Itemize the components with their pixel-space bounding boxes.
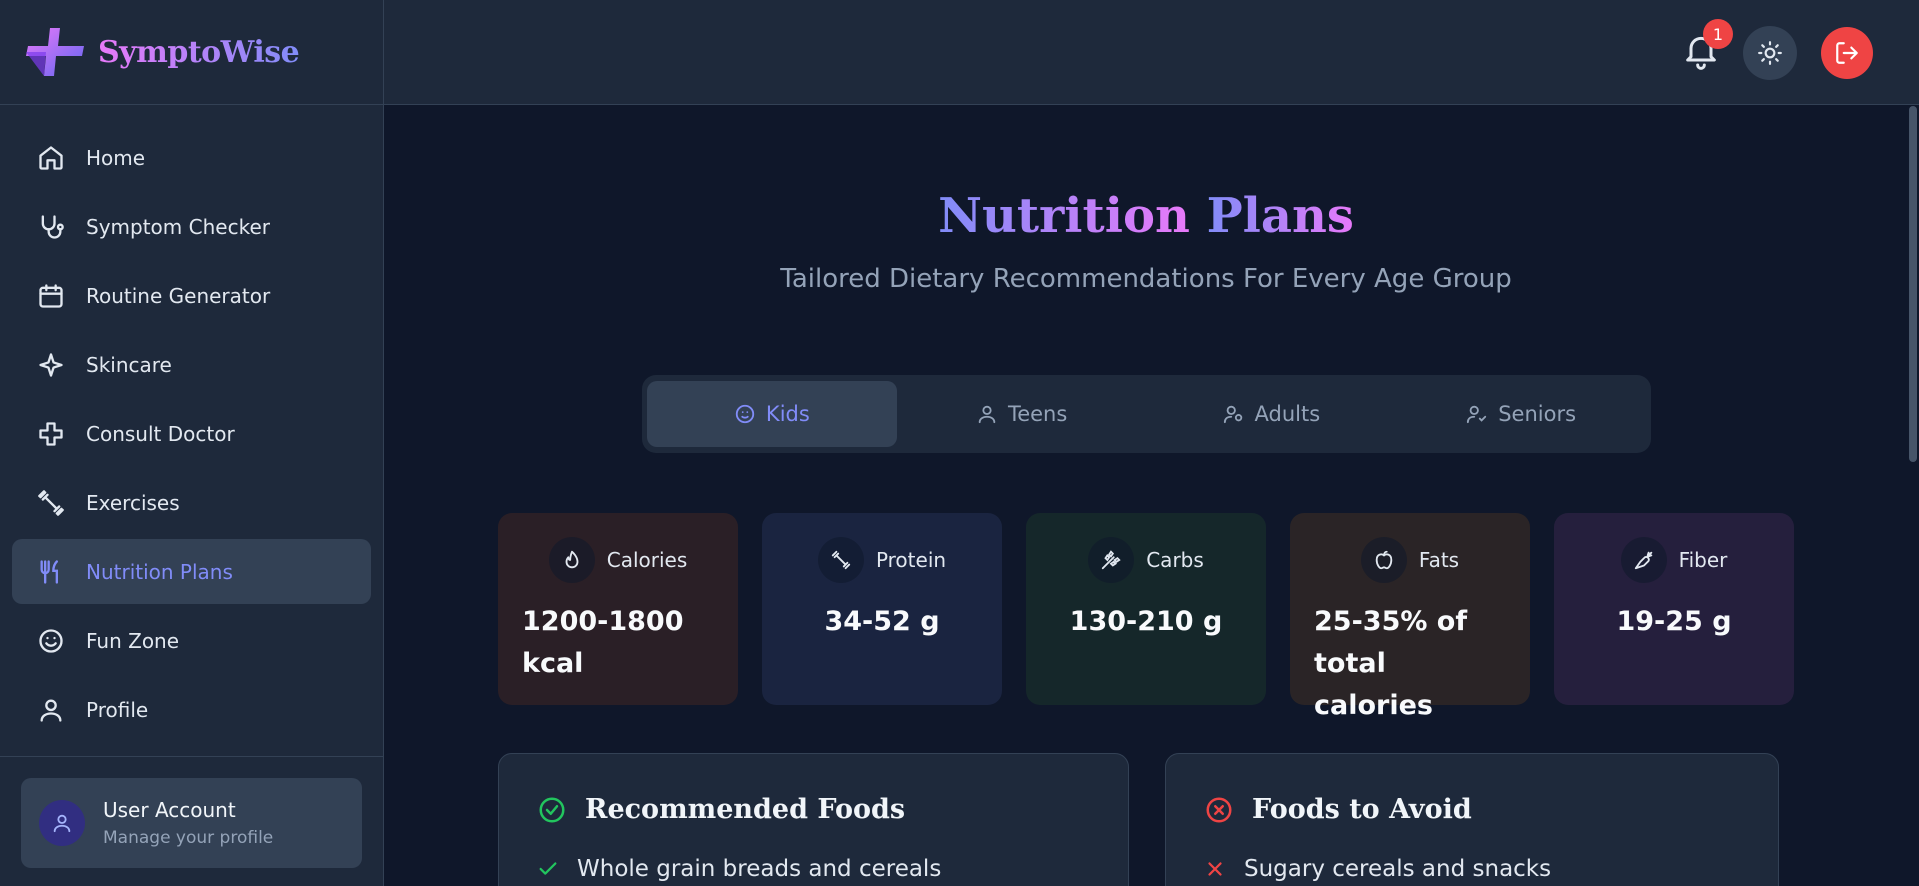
tab-teens[interactable]: Teens: [897, 381, 1147, 447]
notification-badge: 1: [1703, 19, 1733, 49]
foods-to-avoid-panel: Foods to Avoid Sugary cereals and snacks: [1165, 753, 1779, 886]
sidebar-nav: Home Symptom Checker Routine Generator S…: [0, 105, 383, 742]
home-icon: [36, 143, 66, 173]
stat-value: 34-52 g: [824, 606, 940, 637]
users-icon: [1223, 403, 1245, 425]
carrot-icon: [1620, 537, 1667, 583]
sidebar-item-home[interactable]: Home: [12, 125, 371, 190]
panel-title: Recommended Foods: [585, 794, 906, 825]
sidebar-divider: [0, 756, 384, 757]
stat-protein: Protein 34-52 g: [762, 513, 1002, 705]
stethoscope-icon: [36, 212, 66, 242]
stat-value: 25-35% of total calories: [1314, 606, 1468, 721]
logout-icon: [1834, 40, 1860, 66]
stat-calories: Calories 1200-1800 kcal: [498, 513, 738, 705]
stat-label: Protein: [875, 548, 947, 572]
stat-label: Fiber: [1678, 548, 1728, 572]
brand[interactable]: SymptoWise: [0, 0, 383, 105]
dumbbell-icon: [36, 488, 66, 518]
sidebar-item-label: Routine Generator: [86, 283, 271, 308]
list-item-text: Sugary cereals and snacks: [1244, 856, 1552, 882]
check-circle-icon: [537, 795, 567, 825]
stat-value: 130-210 g: [1069, 606, 1223, 637]
tab-label: Seniors: [1498, 402, 1577, 426]
tab-label: Adults: [1254, 402, 1321, 426]
theme-toggle-button[interactable]: [1743, 26, 1797, 80]
tab-kids[interactable]: Kids: [647, 381, 897, 447]
sidebar-item-label: Symptom Checker: [86, 214, 270, 239]
tab-label: Kids: [765, 402, 810, 426]
account-subtitle: Manage your profile: [103, 828, 274, 848]
sidebar-item-label: Exercises: [86, 490, 180, 515]
logout-button[interactable]: [1821, 27, 1873, 79]
stat-fiber: Fiber 19-25 g: [1554, 513, 1794, 705]
account-text: User Account Manage your profile: [103, 798, 273, 848]
sidebar-item-label: Profile: [86, 697, 149, 722]
sidebar-item-label: Skincare: [86, 352, 172, 377]
tab-adults[interactable]: Adults: [1147, 381, 1397, 447]
user-account-card[interactable]: User Account Manage your profile: [21, 778, 362, 868]
flame-icon: [548, 537, 595, 583]
check-icon: [537, 858, 559, 880]
panel-title: Foods to Avoid: [1252, 794, 1472, 825]
utensils-icon: [36, 557, 66, 587]
stat-label: Fats: [1418, 548, 1460, 572]
list-item: Sugary cereals and snacks: [1204, 856, 1551, 882]
logo-icon: [24, 24, 86, 80]
recommended-foods-panel: Recommended Foods Whole grain breads and…: [498, 753, 1129, 886]
stat-carbs: Carbs 130-210 g: [1026, 513, 1266, 705]
scrollbar-thumb[interactable]: [1909, 106, 1917, 462]
stat-value: 1200-1800 kcal: [522, 606, 684, 679]
list-item: Whole grain breads and cereals: [537, 856, 941, 882]
page-title-part2: Plans: [1206, 188, 1354, 244]
wheat-icon: [1088, 537, 1135, 583]
stat-fats: Fats 25-35% of total calories: [1290, 513, 1530, 721]
sidebar-item-routine-generator[interactable]: Routine Generator: [12, 263, 371, 328]
sidebar-item-exercises[interactable]: Exercises: [12, 470, 371, 535]
sidebar-item-label: Home: [86, 145, 146, 170]
sidebar: SymptoWise Home Symptom Checker Routine …: [0, 0, 384, 886]
sidebar-item-label: Nutrition Plans: [86, 559, 233, 584]
apple-icon: [1360, 537, 1407, 583]
sidebar-item-symptom-checker[interactable]: Symptom Checker: [12, 194, 371, 259]
sidebar-item-skincare[interactable]: Skincare: [12, 332, 371, 397]
tab-label: Teens: [1007, 402, 1068, 426]
sidebar-item-nutrition-plans[interactable]: Nutrition Plans: [12, 539, 371, 604]
age-group-tabs: Kids Teens Adults Seniors: [642, 375, 1651, 453]
avatar: [39, 800, 85, 846]
main-content: Nutrition Plans Tailored Dietary Recomme…: [385, 106, 1919, 886]
sun-icon: [1757, 40, 1783, 66]
baby-icon: [734, 403, 756, 425]
stat-label: Calories: [606, 548, 688, 572]
sidebar-item-consult-doctor[interactable]: Consult Doctor: [12, 401, 371, 466]
x-icon: [1204, 858, 1226, 880]
x-circle-icon: [1204, 795, 1234, 825]
account-title: User Account: [103, 798, 236, 822]
sidebar-item-label: Consult Doctor: [86, 421, 235, 446]
calendar-icon: [36, 281, 66, 311]
dumbbell-icon: [817, 537, 864, 583]
sidebar-item-fun-zone[interactable]: Fun Zone: [12, 608, 371, 673]
page-subtitle: Tailored Dietary Recommendations For Eve…: [780, 264, 1512, 294]
medical-cross-icon: [36, 419, 66, 449]
user-check-icon: [1466, 403, 1488, 425]
user-icon: [36, 695, 66, 725]
nutrition-stats: Calories 1200-1800 kcal Protein 34-52 g …: [498, 513, 1794, 721]
user-icon: [976, 403, 998, 425]
page-title-part1: Nutrition: [938, 188, 1190, 244]
sparkle-icon: [36, 350, 66, 380]
sidebar-item-label: Fun Zone: [86, 628, 180, 653]
page-title: Nutrition Plans: [385, 188, 1907, 244]
stat-label: Carbs: [1146, 548, 1204, 572]
smile-icon: [36, 626, 66, 656]
tab-seniors[interactable]: Seniors: [1396, 381, 1646, 447]
brand-name: SymptoWise: [98, 34, 300, 70]
sidebar-item-profile[interactable]: Profile: [12, 677, 371, 742]
list-item-text: Whole grain breads and cereals: [577, 856, 942, 882]
stat-value: 19-25 g: [1616, 606, 1732, 637]
